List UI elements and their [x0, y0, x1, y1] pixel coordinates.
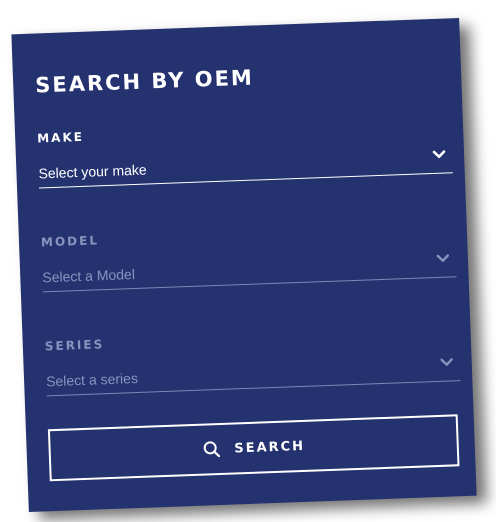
model-select-value: Select a Model	[42, 266, 136, 286]
make-field: MAKE Select your make	[37, 116, 454, 209]
series-label: SERIES	[44, 337, 105, 354]
model-field: MODEL Select a Model	[41, 220, 458, 313]
search-button[interactable]: SEARCH	[47, 414, 460, 482]
series-select-value: Select a series	[45, 369, 139, 390]
model-select[interactable]: Select a Model	[41, 246, 457, 293]
panel-title: SEARCH BY OEM	[34, 65, 255, 98]
make-select[interactable]: Select your make	[37, 142, 453, 189]
chevron-down-icon	[440, 358, 453, 366]
make-select-value: Select your make	[38, 161, 147, 182]
oem-search-widget: SEARCH BY OEM MAKE Select your make MODE…	[0, 0, 496, 522]
make-label: MAKE	[36, 129, 85, 146]
search-button-label: SEARCH	[234, 438, 306, 456]
series-field: SERIES Select a series	[45, 324, 462, 417]
search-by-oem-panel: SEARCH BY OEM MAKE Select your make MODE…	[11, 17, 477, 513]
model-label: MODEL	[40, 233, 100, 250]
search-icon	[203, 441, 220, 458]
chevron-down-icon	[436, 254, 449, 262]
series-select[interactable]: Select a series	[45, 350, 461, 397]
chevron-down-icon	[432, 150, 446, 159]
